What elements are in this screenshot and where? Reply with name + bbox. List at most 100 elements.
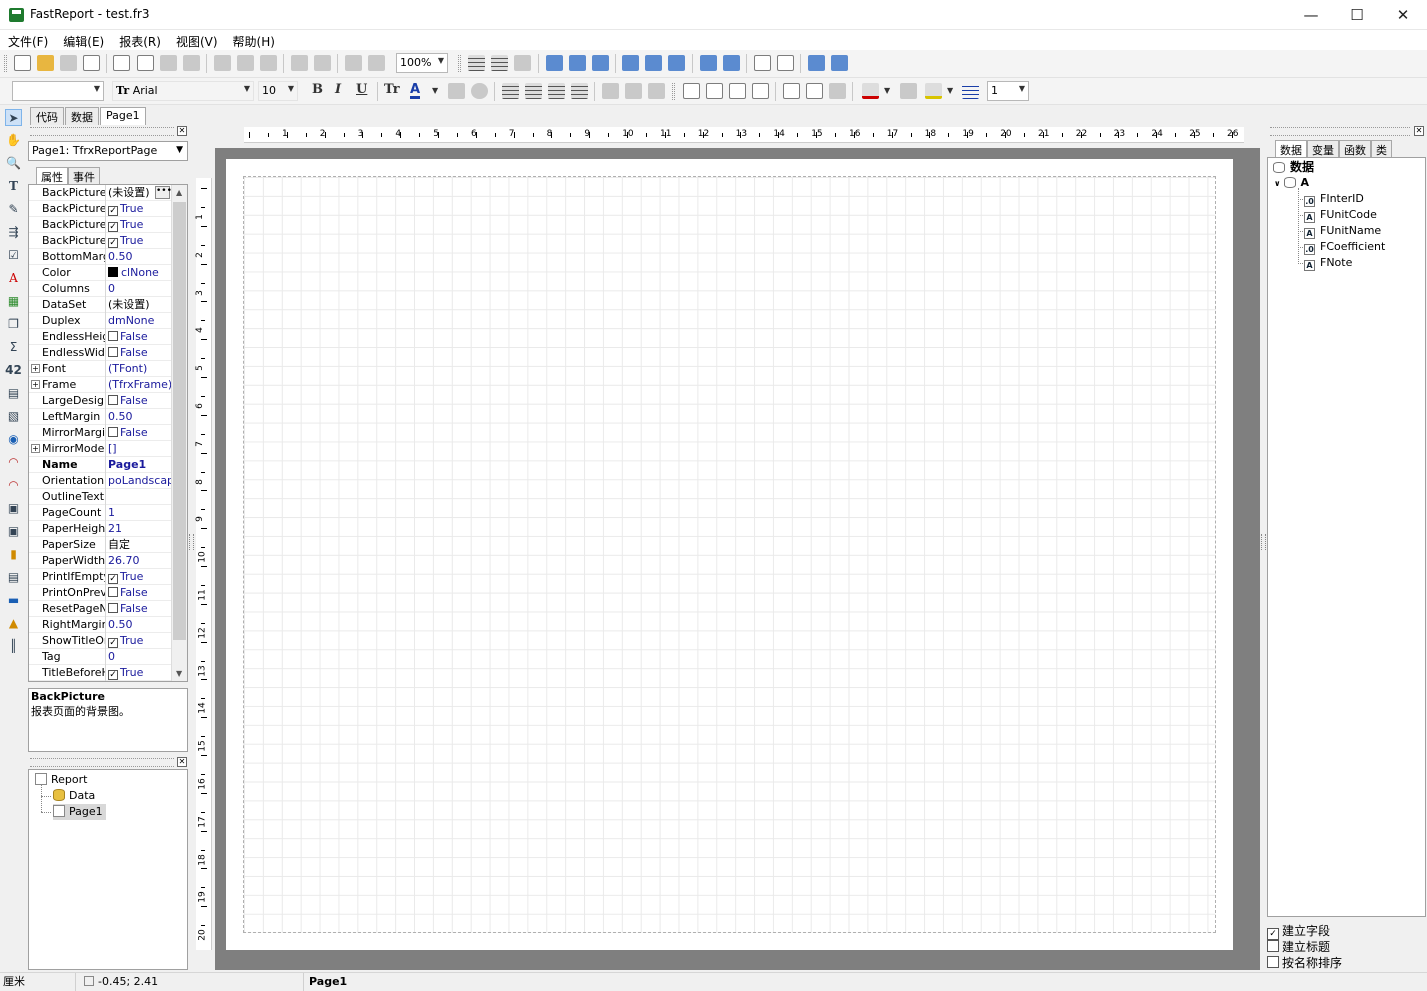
property-row[interactable]: RightMargin 0.50 — [29, 617, 187, 633]
select-tool-icon[interactable]: ➤ — [5, 109, 22, 126]
page-settings-icon[interactable] — [183, 55, 200, 71]
menu-edit[interactable]: 编辑(E) — [55, 30, 111, 50]
close-button[interactable]: ✕ — [1380, 0, 1426, 30]
frame-all-icon[interactable] — [783, 83, 800, 99]
toolbar-grip[interactable] — [4, 55, 7, 72]
show-grid-icon[interactable] — [468, 55, 485, 71]
checkbox-icon[interactable] — [1267, 940, 1279, 952]
zoom-combo[interactable]: 100% ▼ — [396, 53, 448, 73]
rich-text-icon[interactable]: ▧ — [5, 408, 22, 425]
property-value[interactable]: poLandscape — [107, 473, 171, 489]
fill-editor-icon[interactable] — [900, 83, 917, 99]
align-top-icon[interactable] — [622, 55, 639, 71]
property-row[interactable]: Name Page1 — [29, 457, 187, 473]
text-object-icon[interactable]: A — [5, 270, 22, 287]
property-value[interactable]: ✓ True — [107, 201, 171, 217]
barcode-object-icon[interactable]: ║ — [5, 638, 22, 655]
property-value[interactable]: False — [107, 393, 171, 409]
system-text-icon[interactable]: 42 — [5, 362, 22, 379]
property-checkbox[interactable] — [108, 603, 118, 613]
center-horizontal-icon[interactable] — [754, 55, 771, 71]
property-value[interactable]: False — [107, 345, 171, 361]
field-node[interactable]: A FNote — [1298, 255, 1352, 271]
property-value[interactable]: (未设置) ••• — [107, 185, 171, 201]
text-tool-icon[interactable]: T — [5, 178, 22, 195]
fill-color-icon[interactable] — [862, 83, 879, 99]
scroll-up-icon[interactable]: ▲ — [176, 188, 182, 197]
ellipsis-button[interactable]: ••• — [155, 186, 171, 199]
align-right-icon[interactable] — [592, 55, 609, 71]
shape-object-icon[interactable]: ▲ — [5, 615, 22, 632]
subreport-icon[interactable]: ❐ — [5, 316, 22, 333]
style-combo[interactable]: ▼ — [12, 81, 104, 101]
property-checkbox[interactable]: ✓ — [108, 238, 118, 248]
expand-icon[interactable]: + — [31, 364, 40, 373]
property-row[interactable]: EndlessHeighFalse — [29, 329, 187, 345]
property-value[interactable]: False — [107, 601, 171, 617]
font-name-combo[interactable]: Tr Arial ▼ — [112, 81, 254, 101]
property-value[interactable]: False — [107, 585, 171, 601]
property-row[interactable]: TitleBeforeHe✓True — [29, 665, 187, 681]
ungroup-icon[interactable] — [368, 55, 385, 71]
rotation-icon[interactable] — [471, 83, 488, 99]
menu-view[interactable]: 视图(V) — [168, 30, 225, 50]
collapse-icon[interactable]: ∨ — [1274, 179, 1281, 188]
property-value[interactable]: 自定 — [107, 537, 171, 553]
delete-page-icon[interactable] — [160, 55, 177, 71]
frame-left-icon[interactable] — [729, 83, 746, 99]
minimize-button[interactable]: — — [1288, 0, 1334, 30]
data-panel-close-icon[interactable]: ✕ — [1414, 126, 1424, 136]
hand-tool-icon[interactable]: ✋ — [5, 132, 22, 149]
field-node[interactable]: .0 FInterID — [1298, 191, 1364, 207]
cross-table-icon[interactable]: ▤ — [5, 385, 22, 402]
line-width-combo[interactable]: 1 ▼ — [987, 81, 1029, 101]
property-checkbox[interactable] — [108, 347, 118, 357]
zoom-tool-icon[interactable]: 🔍 — [5, 155, 22, 172]
property-value[interactable]: dmNone — [107, 313, 171, 329]
property-row[interactable]: PageCount 1 — [29, 505, 187, 521]
center-vertical-icon[interactable] — [777, 55, 794, 71]
frame-style-icon[interactable] — [962, 83, 979, 99]
fill-color-dropdown-icon[interactable]: ▼ — [884, 86, 890, 95]
font-size-combo[interactable]: 10 ▼ — [258, 81, 298, 101]
menu-help[interactable]: 帮助(H) — [225, 30, 282, 50]
tab-data[interactable]: 数据 — [65, 107, 99, 125]
property-row[interactable]: Color clNone — [29, 265, 187, 281]
property-row[interactable]: BackPictureS✓True — [29, 217, 187, 233]
property-row[interactable]: BackPictureP✓True — [29, 201, 187, 217]
checkbox-icon[interactable] — [1267, 956, 1279, 968]
frame-none-icon[interactable] — [806, 83, 823, 99]
property-checkbox[interactable] — [108, 427, 118, 437]
font-settings-icon[interactable]: Tr — [384, 82, 400, 97]
property-value[interactable]: 21 — [107, 521, 171, 537]
align-bottom-icon[interactable] — [668, 55, 685, 71]
property-row[interactable]: BackPictureVi✓True — [29, 233, 187, 249]
report-page[interactable] — [226, 159, 1233, 950]
object-selector[interactable]: Page1: TfrxReportPage ▼ — [28, 141, 188, 161]
field-node[interactable]: .0 FCoefficient — [1298, 239, 1385, 255]
group-icon[interactable] — [345, 55, 362, 71]
property-value[interactable]: 0.50 — [107, 409, 171, 425]
text-align-right-icon[interactable] — [548, 83, 565, 99]
property-row[interactable]: PaperWidth 26.70 — [29, 553, 187, 569]
frame-color-icon[interactable] — [925, 83, 942, 99]
new-dialog-icon[interactable] — [137, 55, 154, 71]
gauge2-object-icon[interactable]: ◠ — [5, 477, 22, 494]
redo-icon[interactable] — [314, 55, 331, 71]
property-row[interactable]: PaperHeight 21 — [29, 521, 187, 537]
menu-report[interactable]: 报表(R) — [111, 30, 168, 50]
page-margin-grid[interactable] — [243, 176, 1216, 933]
sum-icon[interactable]: Σ — [5, 339, 22, 356]
property-row[interactable]: Tag 0 — [29, 649, 187, 665]
space-horizontal-icon[interactable] — [700, 55, 717, 71]
preview-icon[interactable] — [83, 55, 100, 71]
font-color-dropdown-icon[interactable]: ▼ — [432, 86, 438, 95]
design-workspace[interactable] — [215, 148, 1260, 970]
bold-icon[interactable]: B — [312, 82, 323, 97]
property-checkbox[interactable]: ✓ — [108, 638, 118, 648]
dataset-node[interactable]: ∨ A — [1274, 175, 1309, 191]
frame-top-icon[interactable] — [683, 83, 700, 99]
text-align-center-icon[interactable] — [525, 83, 542, 99]
expand-icon[interactable]: + — [31, 444, 40, 453]
same-height-icon[interactable] — [831, 55, 848, 71]
